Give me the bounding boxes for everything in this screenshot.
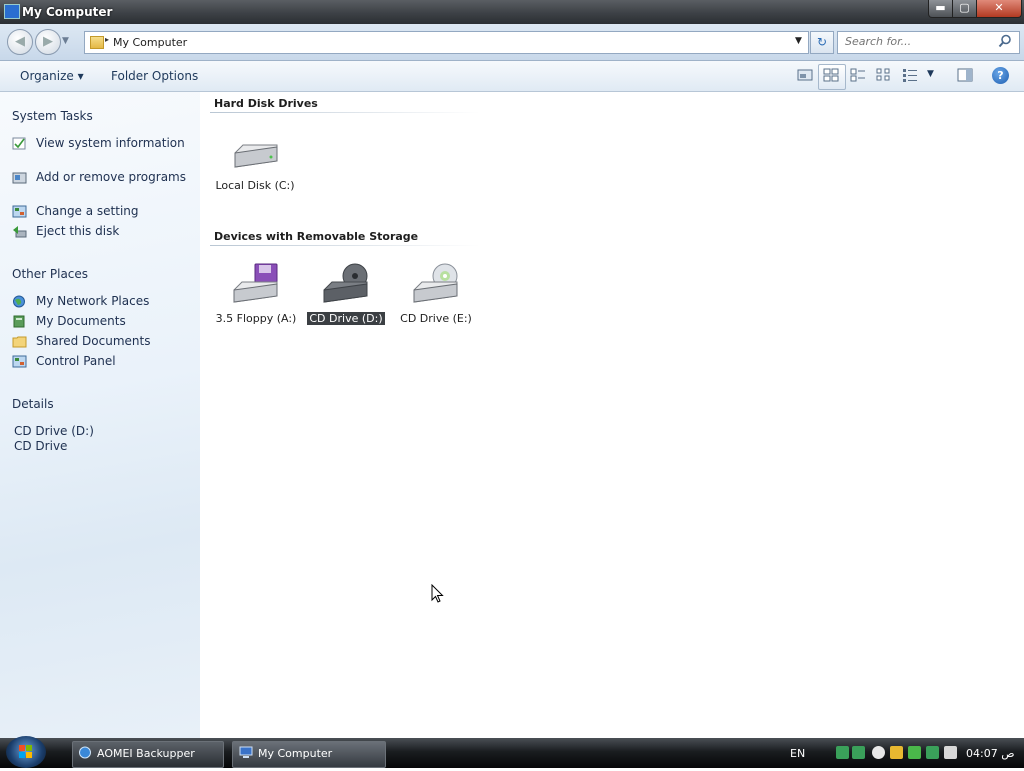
- cd-drive-icon[interactable]: [411, 262, 461, 306]
- control-panel-icon: [12, 355, 27, 368]
- system-tasks-title: System Tasks: [12, 109, 93, 123]
- language-indicator[interactable]: EN: [790, 747, 805, 760]
- start-button[interactable]: [6, 736, 46, 768]
- preview-pane-icon[interactable]: [957, 68, 973, 82]
- cd-drive-d-label[interactable]: CD Drive (D:): [306, 312, 386, 325]
- search-input[interactable]: [845, 35, 995, 48]
- system-info-icon: [12, 137, 26, 150]
- selected-item-highlight[interactable]: CD Drive (D:): [307, 312, 385, 325]
- task-pane: [0, 92, 200, 738]
- control-panel-link[interactable]: Control Panel: [36, 354, 186, 369]
- floppy-a-label[interactable]: 3.5 Floppy (A:): [214, 312, 298, 325]
- windows-logo-icon: [19, 745, 32, 758]
- address-dropdown-icon[interactable]: ▼: [795, 36, 802, 46]
- search-icon[interactable]: [998, 34, 1012, 48]
- title-bar[interactable]: [0, 0, 1024, 24]
- eject-icon: [13, 226, 27, 238]
- floppy-drive-icon[interactable]: [231, 262, 281, 306]
- details-title: Details: [12, 397, 54, 411]
- my-documents-icon: [13, 315, 25, 328]
- cd-drive-icon[interactable]: [321, 262, 371, 306]
- breadcrumb[interactable]: My Computer: [113, 36, 187, 49]
- clock[interactable]: 04:07 ص: [966, 747, 1015, 760]
- back-button[interactable]: ◀: [7, 29, 33, 55]
- network-places-icon: [13, 295, 25, 308]
- change-a-setting-link[interactable]: Change a setting: [36, 204, 186, 219]
- folder-options-button[interactable]: Folder Options: [111, 69, 198, 83]
- close-button[interactable]: ✕: [976, 0, 1022, 18]
- removable-storage-header[interactable]: Devices with Removable Storage: [214, 230, 418, 243]
- network-tray-icon[interactable]: [926, 746, 939, 759]
- folder-icon: [90, 36, 104, 49]
- group-divider: [210, 112, 480, 113]
- aomei-backupper-icon: [79, 746, 91, 759]
- my-computer-icon: [239, 746, 253, 758]
- organize-button[interactable]: Organize ▾: [20, 69, 84, 83]
- shared-documents-link[interactable]: Shared Documents: [36, 334, 186, 349]
- hard-disk-drives-header[interactable]: Hard Disk Drives: [214, 97, 318, 110]
- my-network-places-link[interactable]: My Network Places: [36, 294, 186, 309]
- taskbar-label: My Computer: [258, 747, 333, 760]
- icons-view-icon[interactable]: [850, 68, 866, 82]
- refresh-button[interactable]: ↻: [810, 31, 834, 54]
- details-item-type: CD Drive: [14, 439, 68, 453]
- details-view-icon[interactable]: [902, 68, 918, 82]
- address-field[interactable]: [84, 31, 809, 54]
- recent-pages-dropdown[interactable]: ▼: [62, 36, 69, 46]
- folder-icon: [12, 336, 27, 348]
- status-tray-icon[interactable]: [872, 746, 885, 759]
- network-tray-icon[interactable]: [852, 746, 865, 759]
- my-computer-icon: [4, 4, 20, 19]
- hard-disk-icon[interactable]: [231, 133, 281, 177]
- taskbar-label: AOMEI Backupper: [97, 747, 195, 760]
- views-dropdown-icon[interactable]: ▼: [927, 69, 934, 79]
- my-documents-link[interactable]: My Documents: [36, 314, 186, 329]
- control-panel-icon: [12, 205, 27, 218]
- local-disk-c-label[interactable]: Local Disk (C:): [215, 179, 295, 192]
- security-tray-icon[interactable]: [908, 746, 921, 759]
- forward-button[interactable]: ▶: [35, 29, 61, 55]
- list-view-icon[interactable]: [876, 68, 892, 82]
- network-tray-icon[interactable]: [836, 746, 849, 759]
- maximize-button[interactable]: ▢: [952, 0, 977, 18]
- minimize-button[interactable]: ▬: [928, 0, 953, 18]
- group-divider: [210, 245, 480, 246]
- add-remove-programs-icon: [12, 172, 27, 184]
- window-title: My Computer: [22, 5, 113, 19]
- add-remove-programs-link[interactable]: Add or remove programs: [36, 170, 186, 185]
- other-places-title: Other Places: [12, 267, 89, 281]
- view-system-information-link[interactable]: View system information: [36, 136, 186, 151]
- help-icon[interactable]: ?: [992, 67, 1009, 84]
- details-item-name: CD Drive (D:): [14, 424, 94, 438]
- volume-tray-icon[interactable]: [944, 746, 957, 759]
- eject-this-disk-link[interactable]: Eject this disk: [36, 224, 186, 239]
- users-tray-icon[interactable]: [890, 746, 903, 759]
- tiles-view-icon[interactable]: [823, 68, 839, 82]
- mouse-cursor-icon: [431, 584, 444, 603]
- breadcrumb-arrow-icon[interactable]: ▸: [105, 35, 109, 44]
- cd-drive-e-label[interactable]: CD Drive (E:): [396, 312, 476, 325]
- thumbnails-view-icon[interactable]: [797, 68, 813, 82]
